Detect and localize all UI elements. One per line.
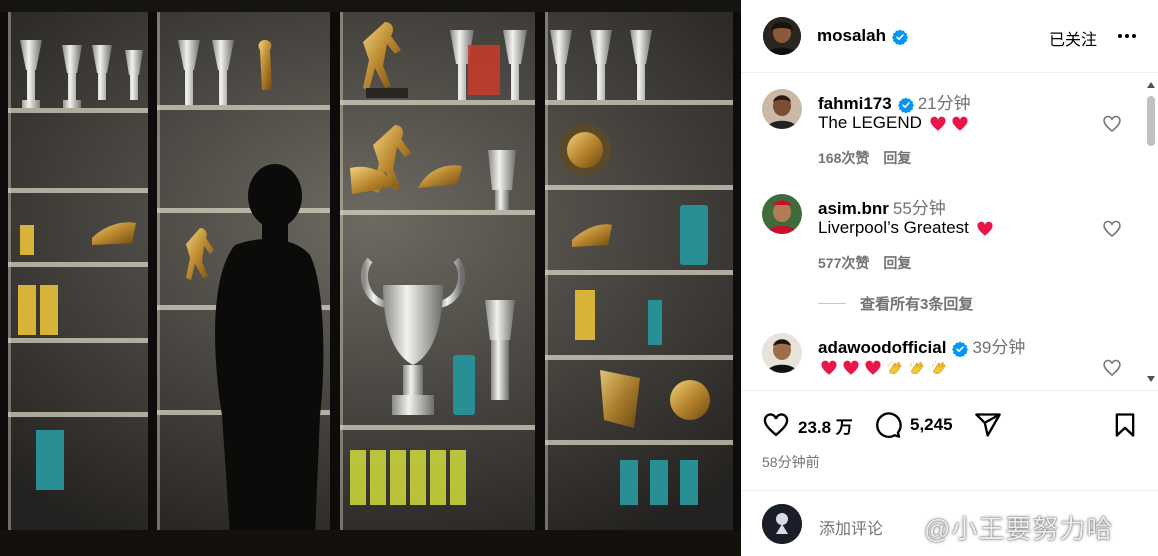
scrollbar-thumb[interactable] <box>1147 96 1155 146</box>
comment-header: asim.bnr 55分钟 <box>818 194 946 219</box>
comment-action[interactable]: 5,245 <box>874 411 953 439</box>
author-username[interactable]: mosalah <box>817 26 908 46</box>
post-header: mosalah 已关注 <box>741 0 1158 73</box>
author-avatar-image <box>763 17 801 55</box>
clapping-hands-emoji-icon <box>909 360 924 374</box>
comment-header: fahmi173 21分钟 <box>818 89 971 114</box>
trophy-cabinet-image <box>0 0 741 556</box>
scroll-down-arrow-icon[interactable] <box>1147 376 1155 382</box>
red-heart-emoji-icon <box>930 116 946 131</box>
share-send-icon[interactable] <box>974 411 1002 439</box>
comment-like-count[interactable]: 168次赞 <box>818 150 869 166</box>
comment-bubble-icon[interactable] <box>874 411 902 439</box>
clapping-hands-emoji-icon <box>887 360 902 374</box>
weibo-logo-icon <box>887 521 917 544</box>
comments-scrollbar[interactable] <box>1144 78 1158 388</box>
save-action[interactable] <box>1111 411 1139 439</box>
like-count[interactable]: 23.8 万 <box>798 413 853 438</box>
comment-like-heart-icon[interactable] <box>1102 219 1122 239</box>
more-horizontal-icon[interactable] <box>1115 24 1139 48</box>
post-side-panel: mosalah 已关注 fahmi173 21分钟 The LEGEND 168… <box>741 0 1158 556</box>
share-action[interactable] <box>974 411 1002 439</box>
post-timestamp[interactable]: 58分钟前 <box>762 452 820 472</box>
red-heart-emoji-icon <box>821 360 837 375</box>
comment-like-heart-icon[interactable] <box>1102 114 1122 134</box>
red-heart-emoji-icon <box>865 360 881 375</box>
comment-like-count[interactable]: 577次赞 <box>818 255 869 271</box>
red-heart-emoji-icon <box>843 360 859 375</box>
comment-text: The LEGEND <box>818 113 971 133</box>
comment-text-content: Liverpool’s Greatest <box>818 218 969 237</box>
red-heart-emoji-icon <box>977 221 993 236</box>
commenter-avatar-image <box>762 194 802 234</box>
current-user-avatar-image <box>762 504 802 544</box>
comment-time: 55分钟 <box>892 199 946 218</box>
commenter-avatar[interactable] <box>762 89 802 129</box>
red-heart-emoji-icon <box>952 116 968 131</box>
commenter-username[interactable]: adawoodofficial <box>818 338 946 357</box>
commenter-username[interactable]: fahmi173 <box>818 94 892 113</box>
post-photo[interactable] <box>0 0 741 556</box>
comment-time: 21分钟 <box>917 94 971 113</box>
commenter-avatar[interactable] <box>762 333 802 373</box>
following-button[interactable]: 已关注 <box>1049 26 1097 50</box>
comment-like-heart-icon[interactable] <box>1102 358 1122 378</box>
post-actions: 23.8 万 5,245 58分钟前 <box>741 390 1158 490</box>
comment-meta: 577次赞 回复 <box>818 253 911 273</box>
current-user-avatar <box>762 504 802 544</box>
commenter-avatar[interactable] <box>762 194 802 234</box>
commenter-avatar-image <box>762 89 802 129</box>
comments-list[interactable]: fahmi173 21分钟 The LEGEND 168次赞 回复 asim.b… <box>741 74 1158 390</box>
bookmark-icon[interactable] <box>1111 411 1139 439</box>
like-action[interactable]: 23.8 万 <box>762 411 853 439</box>
verified-badge-icon <box>891 29 908 45</box>
comment-text-content: The LEGEND <box>818 113 922 132</box>
reply-button[interactable]: 回复 <box>883 150 911 166</box>
add-comment-input[interactable]: 添加评论 <box>819 515 883 539</box>
comment-meta: 168次赞 回复 <box>818 148 911 168</box>
commenter-avatar-image <box>762 333 802 373</box>
author-avatar[interactable] <box>763 17 801 55</box>
heart-icon[interactable] <box>762 411 790 439</box>
author-username-text[interactable]: mosalah <box>817 26 886 45</box>
view-all-replies-button[interactable]: 查看所有3条回复 <box>818 293 973 314</box>
comment-time: 39分钟 <box>972 338 1026 357</box>
comment-item: fahmi173 21分钟 The LEGEND 168次赞 回复 <box>762 89 1132 189</box>
verified-badge-icon <box>952 341 969 357</box>
scroll-up-arrow-icon[interactable] <box>1147 82 1155 88</box>
commenter-username[interactable]: asim.bnr <box>818 199 889 218</box>
replies-divider <box>818 303 846 304</box>
comment-item: adawoodofficial 39分钟 <box>762 333 1132 390</box>
verified-badge-icon <box>897 97 914 113</box>
comment-count[interactable]: 5,245 <box>910 415 953 435</box>
clapping-hands-emoji-icon <box>931 360 946 374</box>
view-all-replies-label[interactable]: 查看所有3条回复 <box>860 293 973 314</box>
comment-item: asim.bnr 55分钟 Liverpool’s Greatest 577次赞回… <box>762 194 1132 294</box>
reply-button[interactable]: 回复 <box>883 255 911 271</box>
watermark-text: @小王要努力哈 <box>924 514 1114 544</box>
comment-text: Liverpool’s Greatest <box>818 218 996 238</box>
weibo-watermark: @小王要努力哈 <box>886 509 1113 546</box>
add-comment-area: 添加评论 @小王要努力哈 <box>741 490 1158 556</box>
comment-header: adawoodofficial 39分钟 <box>818 333 1025 358</box>
comment-text <box>818 357 950 377</box>
